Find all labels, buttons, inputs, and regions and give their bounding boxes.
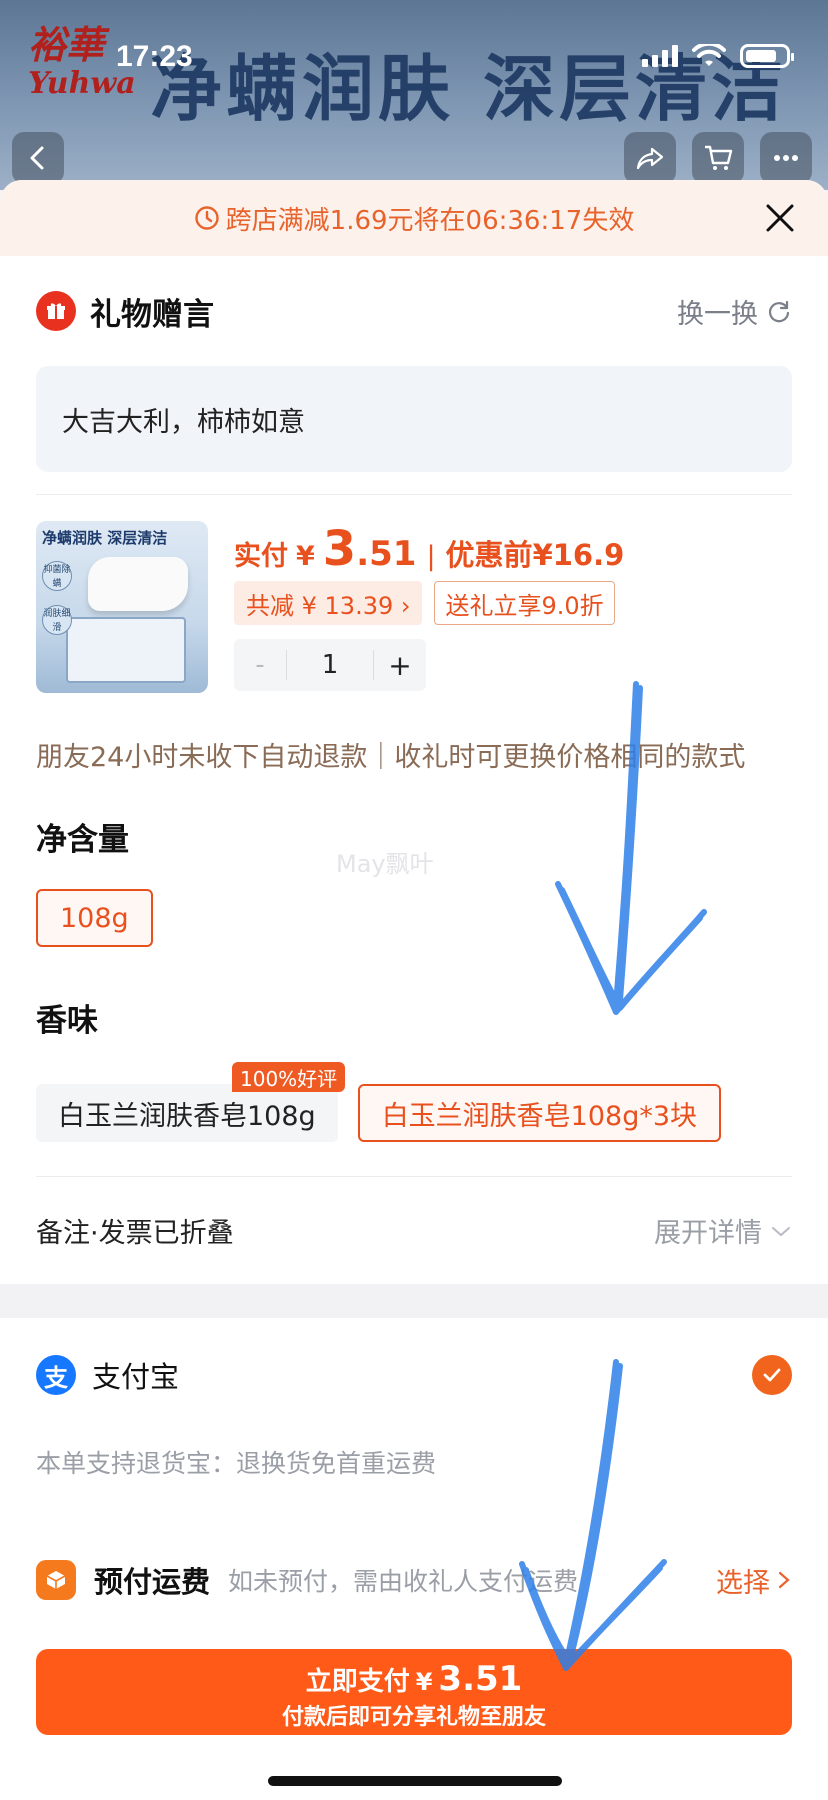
- checkmark-icon[interactable]: [752, 1355, 792, 1395]
- total-discount-chip[interactable]: 共减 ¥ 13.39 ›: [234, 581, 423, 625]
- box-icon: [36, 1560, 76, 1600]
- swap-message-button[interactable]: 换一换: [677, 292, 792, 331]
- close-icon[interactable]: [762, 200, 798, 236]
- prepay-shipping-label: 预付运费: [94, 1565, 211, 1599]
- scent-option-3pack[interactable]: 白玉兰润肤香皂108g*3块: [357, 1084, 722, 1142]
- gift-title: 礼物赠言: [90, 296, 214, 333]
- cart-icon: [705, 145, 733, 170]
- quantity-value[interactable]: 1: [286, 650, 374, 680]
- gift-order-sheet: 跨店满减1.69元将在06:36:17失效 礼物赠言 换一换 大吉大利，柿柿如意…: [0, 180, 828, 1800]
- thumb-tag: 抑菌除螨: [42, 561, 72, 591]
- status-icons: [642, 44, 794, 68]
- scent-option-label: 白玉兰润肤香皂108g*3块: [381, 1100, 698, 1132]
- thumb-tag: 润肤细滑: [42, 605, 72, 635]
- price-separator: |: [426, 541, 436, 572]
- soap-image: [88, 557, 188, 611]
- gift-message-input[interactable]: 大吉大利，柿柿如意: [36, 366, 792, 472]
- back-button[interactable]: [12, 132, 64, 184]
- product-card: 净螨润肤 深层清洁 抑菌除螨 润肤细滑 实付 ¥ 3 .51 | 优惠前 ¥16…: [36, 521, 792, 693]
- quantity-stepper: - 1 +: [234, 639, 426, 691]
- prepay-shipping-hint: 如未预付，需由收礼人支付运费: [228, 1567, 579, 1596]
- thumb-title: 净螨润肤 深层清洁: [42, 529, 168, 547]
- more-button[interactable]: [760, 132, 812, 184]
- cart-button[interactable]: [692, 132, 744, 184]
- price-line: 实付 ¥ 3 .51 | 优惠前 ¥16.9: [234, 521, 792, 579]
- quantity-minus-button[interactable]: -: [234, 639, 286, 691]
- promo-countdown-bar: 跨店满减1.69元将在06:36:17失效: [0, 180, 828, 256]
- refresh-icon: [768, 300, 790, 323]
- section-gap: [0, 1284, 828, 1318]
- notes-label: 备注·发票已折叠: [36, 1218, 234, 1249]
- quantity-plus-button[interactable]: +: [374, 639, 426, 691]
- currency-symbol: ¥: [296, 541, 315, 572]
- scent-option-label: 白玉兰润肤香皂108g: [58, 1100, 316, 1132]
- return-insurance-note: 本单支持退货宝：退换货免首重运费: [36, 1449, 437, 1478]
- scent-label: 香味: [36, 1003, 98, 1039]
- choose-label: 选择: [716, 1567, 770, 1599]
- more-dots-icon: [774, 155, 798, 161]
- pay-now-button[interactable]: 立即支付 ¥ 3.51 付款后即可分享礼物至朋友: [36, 1649, 792, 1735]
- watermark: May飘叶: [336, 850, 434, 878]
- notes-invoice-row[interactable]: 备注·发票已折叠 展开详情: [36, 1176, 792, 1284]
- pay-subtext: 付款后即可分享礼物至朋友: [281, 1705, 546, 1730]
- price-decimal: .51: [356, 534, 417, 574]
- swap-label: 换一换: [677, 298, 758, 330]
- soap-box-image: [66, 617, 186, 683]
- scent-option-single[interactable]: 白玉兰润肤香皂108g: [36, 1084, 338, 1142]
- share-icon: [636, 147, 664, 170]
- actual-pay-label: 实付: [234, 541, 288, 572]
- gift-icon: [36, 291, 76, 331]
- pay-currency: ¥: [415, 1668, 433, 1696]
- wifi-icon: [692, 44, 726, 66]
- alipay-icon: 支: [36, 1355, 76, 1395]
- divider: [36, 494, 792, 495]
- battery-icon: [740, 44, 794, 68]
- prepay-shipping-row[interactable]: 预付运费 如未预付，需由收礼人支付运费 选择: [36, 1540, 792, 1620]
- pay-now-label: 立即支付: [305, 1667, 410, 1697]
- payment-method-name: 支付宝: [92, 1360, 180, 1394]
- chevron-right-icon: [778, 1571, 790, 1589]
- gift-discount-chip: 送礼立享9.0折: [434, 581, 615, 625]
- pay-amount: 3.51: [438, 1659, 523, 1699]
- rating-badge: 100%好评: [232, 1062, 346, 1092]
- gift-message-header: 礼物赠言 换一换: [36, 256, 792, 366]
- cellular-signal-icon: [642, 45, 678, 67]
- before-discount-label: 优惠前: [445, 538, 533, 572]
- choose-shipping-button[interactable]: 选择: [716, 1561, 792, 1600]
- product-thumbnail[interactable]: 净螨润肤 深层清洁 抑菌除螨 润肤细滑: [36, 521, 208, 693]
- before-discount-price: ¥16.9: [532, 538, 625, 572]
- payment-method-row[interactable]: 支 支付宝: [36, 1318, 792, 1432]
- gift-refund-notice: 朋友24小时未收下自动退款｜收礼时可更换价格相同的款式: [36, 742, 746, 773]
- chevron-down-icon: [772, 1226, 790, 1236]
- share-button[interactable]: [624, 132, 676, 184]
- clock-icon: [194, 206, 219, 230]
- net-option-108g[interactable]: 108g: [36, 889, 153, 947]
- chevron-left-icon: [30, 146, 44, 170]
- price-integer: 3: [322, 521, 357, 577]
- expand-label: 展开详情: [654, 1218, 762, 1249]
- status-time: 17:23: [116, 40, 193, 73]
- home-indicator: [268, 1776, 562, 1786]
- expand-details-button[interactable]: 展开详情: [654, 1211, 792, 1250]
- promo-text: 跨店满减1.69元将在06:36:17失效: [225, 205, 635, 236]
